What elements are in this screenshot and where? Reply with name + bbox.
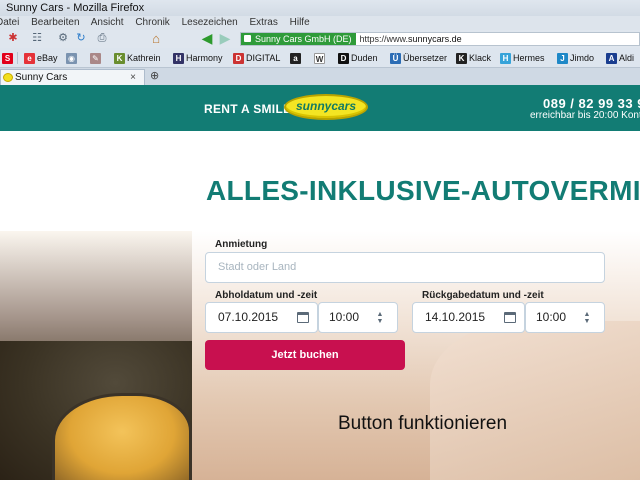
- return-time-select[interactable]: 10:00 ▲ ▼: [525, 302, 605, 333]
- pickup-datetime-label: Abholdatum und -zeit: [215, 290, 318, 301]
- url-text[interactable]: https://www.sunnycars.de: [360, 34, 462, 44]
- print-icon[interactable]: ⎙: [95, 32, 109, 45]
- updown-icon[interactable]: ▲ ▼: [375, 311, 385, 325]
- bookmark-ebay[interactable]: e eBay: [24, 51, 58, 65]
- calendar-icon[interactable]: [504, 312, 516, 323]
- forward-arrow-icon[interactable]: ▶: [218, 31, 232, 45]
- bookmark-digital[interactable]: D DIGITAL: [233, 51, 280, 65]
- sunnycars-logo[interactable]: sunnycars: [284, 94, 368, 120]
- menu-file[interactable]: Datei: [0, 17, 19, 28]
- menu-view[interactable]: Ansicht: [91, 17, 124, 28]
- tagline: RENT A SMILE: [204, 102, 292, 116]
- hotline-phone[interactable]: 089 / 82 99 33 90: [543, 96, 640, 111]
- hotline-hours: erreichbar bis 20:00 Konta: [530, 110, 640, 121]
- harmony-icon: H: [173, 53, 184, 65]
- tab-label: Sunny Cars: [15, 72, 68, 83]
- jimdo-icon: J: [557, 53, 568, 65]
- duden-icon: D: [338, 53, 349, 65]
- return-datetime-label: Rückgabedatum und -zeit: [422, 290, 544, 301]
- bookmark-harmony[interactable]: H Harmony: [173, 51, 223, 65]
- bookmark-amazon[interactable]: a: [290, 51, 303, 65]
- wikipedia-icon: W: [314, 53, 325, 65]
- bookmark-klack[interactable]: K Klack: [456, 51, 491, 65]
- navigation-toolbar: ✱ ☷ ⚙ ↻ ⎙ ⌂ ◀ ▶ Sunny Cars GmbH (DE) htt…: [0, 30, 640, 48]
- bookmark-aldi[interactable]: A Aldi: [606, 51, 634, 65]
- aldi-icon: A: [606, 53, 617, 65]
- book-now-button[interactable]: Jetzt buchen: [205, 340, 405, 370]
- home-icon[interactable]: ⌂: [149, 32, 163, 45]
- hero-section: ALLES-INKLUSIVE-AUTOVERMIETU Anmietung S…: [0, 131, 640, 480]
- menu-bookmarks[interactable]: Lesezeichen: [182, 17, 238, 28]
- bookmark-wikipedia[interactable]: W: [314, 51, 327, 65]
- overlay-caption: Button funktionieren: [338, 413, 508, 434]
- page-headline: ALLES-INKLUSIVE-AUTOVERMIETU: [206, 175, 640, 206]
- menu-bar: Datei Bearbeiten Ansicht Chronik Lesezei…: [0, 16, 640, 30]
- side-mirror-image: [52, 393, 192, 480]
- menu-tools[interactable]: Extras: [250, 17, 278, 28]
- kathrein-icon: K: [114, 53, 125, 65]
- lock-icon: [244, 35, 251, 42]
- site-header: RENT A SMILE sunnycars 089 / 82 99 33 90…: [0, 85, 640, 131]
- tab-strip: Sunny Cars × ⊕: [0, 68, 640, 85]
- return-date-input[interactable]: 14.10.2015: [412, 302, 525, 333]
- hermes-icon: H: [500, 53, 511, 65]
- location-input[interactable]: Stadt oder Land: [205, 252, 605, 283]
- close-tab-icon[interactable]: ×: [130, 70, 136, 85]
- sync-icon[interactable]: ✱: [6, 32, 20, 45]
- addon-icon[interactable]: ☷: [30, 32, 44, 45]
- window-title-bar: Sunny Cars - Mozilla Firefox: [0, 0, 640, 16]
- back-arrow-icon[interactable]: ◀: [200, 31, 214, 45]
- calendar-icon[interactable]: [297, 312, 309, 323]
- bookmarks-toolbar: S e eBay ◉ ✎ K Kathrein H Harmony D DIGITAL …: [0, 48, 640, 68]
- translator-icon: Ü: [390, 53, 401, 65]
- updown-icon[interactable]: ▲ ▼: [582, 311, 592, 325]
- bookmark-jimdo[interactable]: J Jimdo: [557, 51, 594, 65]
- bookmark-duden[interactable]: D Duden: [338, 51, 378, 65]
- address-bar[interactable]: Sunny Cars GmbH (DE) https://www.sunnyca…: [240, 32, 640, 46]
- window-title: Sunny Cars - Mozilla Firefox: [6, 2, 145, 14]
- digital-icon: D: [233, 53, 244, 65]
- pickup-time-select[interactable]: 10:00 ▲ ▼: [318, 302, 398, 333]
- bookmark-sparkasse[interactable]: S: [2, 51, 15, 65]
- feed-icon: ◉: [66, 53, 77, 65]
- pickup-label: Anmietung: [215, 239, 268, 250]
- ebay-icon: e: [24, 53, 35, 65]
- divider: [17, 52, 18, 64]
- bookmark-hermes[interactable]: H Hermes: [500, 51, 545, 65]
- menu-history[interactable]: Chronik: [135, 17, 169, 28]
- bookmark-translator[interactable]: Ü Übersetzer: [390, 51, 447, 65]
- sunnycars-favicon-icon: [3, 73, 13, 82]
- site-identity-badge[interactable]: Sunny Cars GmbH (DE): [241, 33, 356, 45]
- pickup-date-input[interactable]: 07.10.2015: [205, 302, 318, 333]
- menu-help[interactable]: Hilfe: [290, 17, 310, 28]
- bookmark-kathrein[interactable]: K Kathrein: [114, 51, 161, 65]
- reload-icon[interactable]: ↻: [74, 32, 88, 45]
- new-tab-icon[interactable]: ⊕: [150, 69, 159, 82]
- bookmark-tool[interactable]: ✎: [90, 51, 103, 65]
- tool-icon: ✎: [90, 53, 101, 65]
- site-identity-label: Sunny Cars GmbH (DE): [255, 34, 352, 44]
- hero-car-image: [430, 321, 640, 480]
- menu-edit[interactable]: Bearbeiten: [31, 17, 79, 28]
- amazon-icon: a: [290, 53, 301, 65]
- klack-icon: K: [456, 53, 467, 65]
- settings-icon[interactable]: ⚙: [56, 32, 70, 45]
- bookmark-feed[interactable]: ◉: [66, 51, 79, 65]
- tab-sunny-cars[interactable]: Sunny Cars ×: [0, 69, 145, 85]
